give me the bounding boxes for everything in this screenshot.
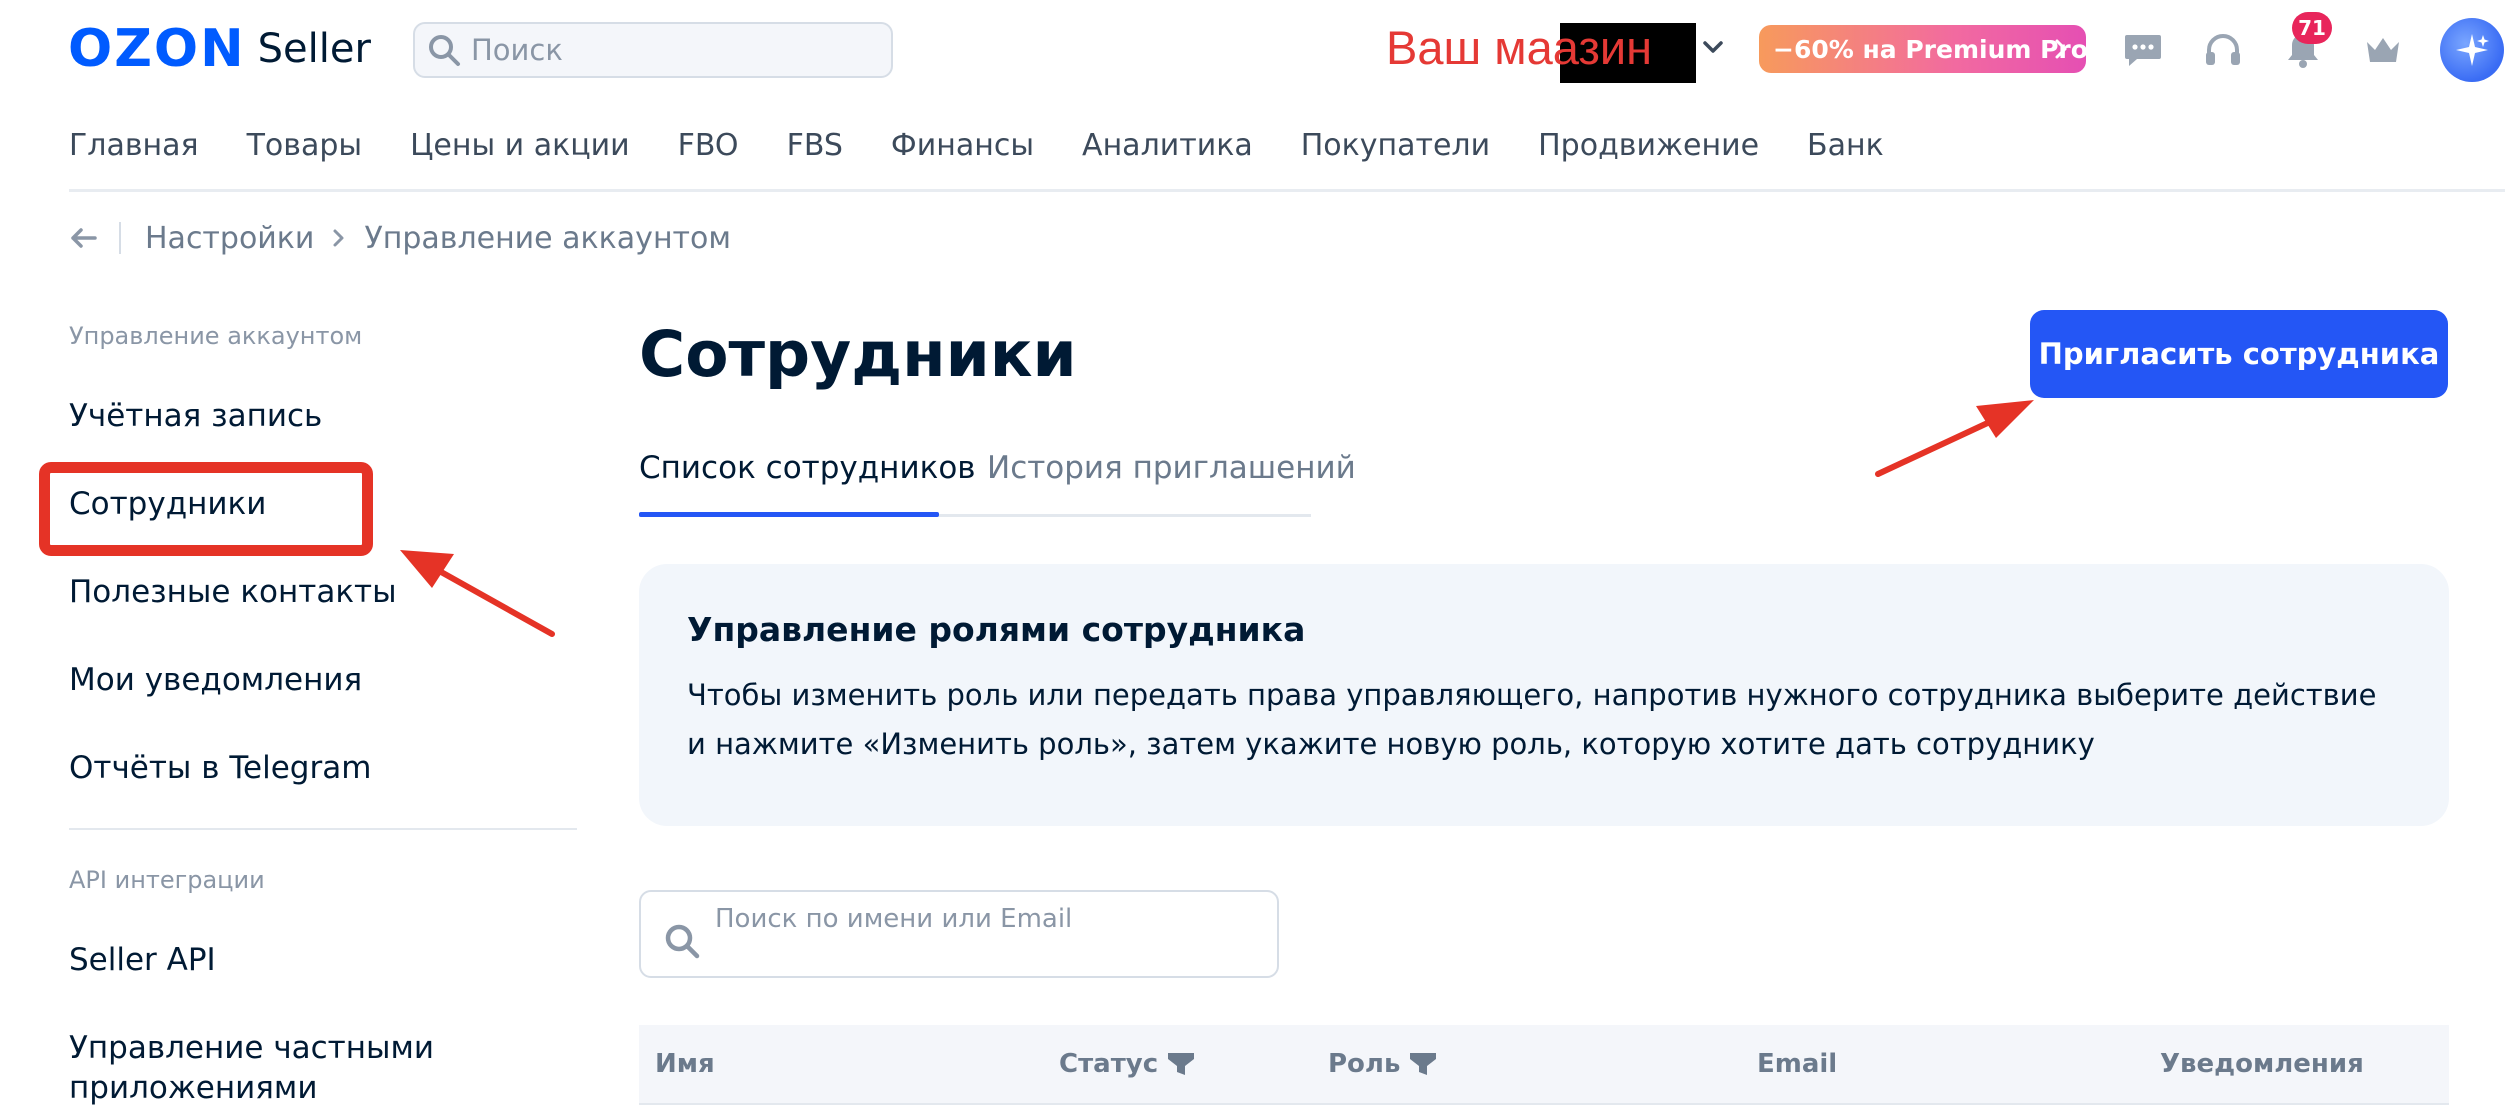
nav-item-products[interactable]: Товары xyxy=(247,128,362,163)
sidebar-item-account[interactable]: Учётная запись xyxy=(69,398,322,434)
store-selector[interactable]: Ваш ма азин xyxy=(1386,14,1696,83)
nav-item-bank[interactable]: Банк xyxy=(1807,128,1884,163)
info-title: Управление ролями сотрудника xyxy=(687,610,1306,649)
sidebar-item-telegram-reports[interactable]: Отчёты в Telegram xyxy=(69,750,371,786)
nav-item-analytics[interactable]: Аналитика xyxy=(1082,128,1253,163)
logo-brand: OZON xyxy=(68,19,246,79)
page-title: Сотрудники xyxy=(639,318,1077,391)
annotation-arrow-invite xyxy=(1875,400,2034,477)
column-notifications[interactable]: Уведомления xyxy=(2160,1049,2364,1079)
sidebar-item-notifications[interactable]: Мои уведомления xyxy=(69,662,362,698)
highlight-box xyxy=(39,462,373,556)
column-status[interactable]: Статус xyxy=(1059,1049,1196,1079)
breadcrumb: Настройки Управление аккаунтом xyxy=(69,218,731,258)
filter-icon[interactable] xyxy=(1408,1050,1438,1078)
invite-employee-button[interactable]: Пригласить сотрудника xyxy=(2030,310,2448,398)
info-line-1: Чтобы изменить роль или передать права у… xyxy=(687,678,2377,712)
info-text: Чтобы изменить роль или передать права у… xyxy=(687,671,2401,769)
chevron-down-icon[interactable] xyxy=(1700,34,1726,60)
sidebar-item-private-apps-line2[interactable]: приложениями xyxy=(69,1070,317,1106)
search-icon xyxy=(429,35,460,66)
logo-product: Seller xyxy=(257,26,371,72)
sidebar-divider xyxy=(69,828,577,830)
breadcrumb-separator xyxy=(119,222,121,254)
info-line-2: и нажмите «Изменить роль», затем укажите… xyxy=(687,727,2095,761)
chevron-right-icon xyxy=(333,229,344,247)
ozon-seller-logo[interactable]: OZON Seller xyxy=(68,22,371,76)
employees-table-header: Имя Статус Роль Email Уведомления xyxy=(639,1025,2449,1105)
column-name[interactable]: Имя xyxy=(655,1049,715,1079)
nav-item-finance[interactable]: Финансы xyxy=(891,128,1034,163)
filter-icon[interactable] xyxy=(1166,1050,1196,1078)
employee-search-placeholder: Поиск по имени или Email xyxy=(715,904,1073,934)
promo-label: −60% на Premium Pro xyxy=(1773,34,2088,64)
breadcrumb-account-management[interactable]: Управление аккаунтом xyxy=(364,221,731,256)
sidebar-section-account: Управление аккаунтом xyxy=(69,322,363,350)
chat-icon[interactable] xyxy=(2120,27,2166,73)
roles-info-card: Управление ролями сотрудника Чтобы измен… xyxy=(639,564,2449,826)
ai-assistant-button[interactable] xyxy=(2440,18,2504,82)
active-tab-indicator xyxy=(639,512,939,517)
tab-invite-history[interactable]: История приглашений xyxy=(987,450,1356,486)
breadcrumb-settings[interactable]: Настройки xyxy=(145,221,314,256)
store-name-left: Ваш ма xyxy=(1386,20,1553,74)
nav-item-customers[interactable]: Покупатели xyxy=(1301,128,1490,163)
tabs: Список сотрудников История приглашений xyxy=(639,450,1356,520)
premium-promo-button[interactable]: −60% на Premium Pro xyxy=(1759,25,2088,73)
column-name-label: Имя xyxy=(655,1049,715,1079)
column-role[interactable]: Роль xyxy=(1328,1049,1438,1079)
column-status-label: Статус xyxy=(1059,1049,1159,1079)
nav-divider xyxy=(69,189,2505,192)
chevron-right-icon xyxy=(2055,39,2067,59)
sidebar-item-seller-api[interactable]: Seller API xyxy=(69,942,216,978)
nav-item-fbo[interactable]: FBO xyxy=(678,128,739,163)
nav-item-home[interactable]: Главная xyxy=(69,128,199,163)
search-icon xyxy=(665,924,700,959)
crown-icon[interactable] xyxy=(2360,27,2406,73)
sidebar-item-private-apps-line1[interactable]: Управление частными xyxy=(69,1030,434,1066)
sparkle-icon xyxy=(2456,34,2489,66)
search-placeholder: Поиск xyxy=(471,33,563,67)
sidebar-section-api: API интеграции xyxy=(69,866,265,894)
sidebar-item-contacts[interactable]: Полезные контакты xyxy=(69,574,397,610)
column-notifications-label: Уведомления xyxy=(2160,1049,2364,1079)
annotation-arrow-sidebar xyxy=(400,550,555,637)
store-name-right: азин xyxy=(1552,20,1653,74)
headset-icon[interactable] xyxy=(2200,27,2246,73)
column-email[interactable]: Email xyxy=(1757,1049,1837,1079)
notifications-badge: 71 xyxy=(2292,12,2332,44)
back-arrow-icon[interactable] xyxy=(69,226,97,250)
column-email-label: Email xyxy=(1757,1049,1838,1079)
nav-item-promotion[interactable]: Продвижение xyxy=(1538,128,1759,163)
nav-item-fbs[interactable]: FBS xyxy=(787,128,843,163)
employee-search-input[interactable]: Поиск по имени или Email xyxy=(639,890,1279,978)
nav-item-prices[interactable]: Цены и акции xyxy=(410,128,630,163)
main-nav: Главная Товары Цены и акции FBO FBS Фина… xyxy=(69,128,1932,163)
tab-employee-list[interactable]: Список сотрудников xyxy=(639,450,976,486)
column-role-label: Роль xyxy=(1328,1049,1401,1079)
global-search-input[interactable]: Поиск xyxy=(413,22,893,78)
